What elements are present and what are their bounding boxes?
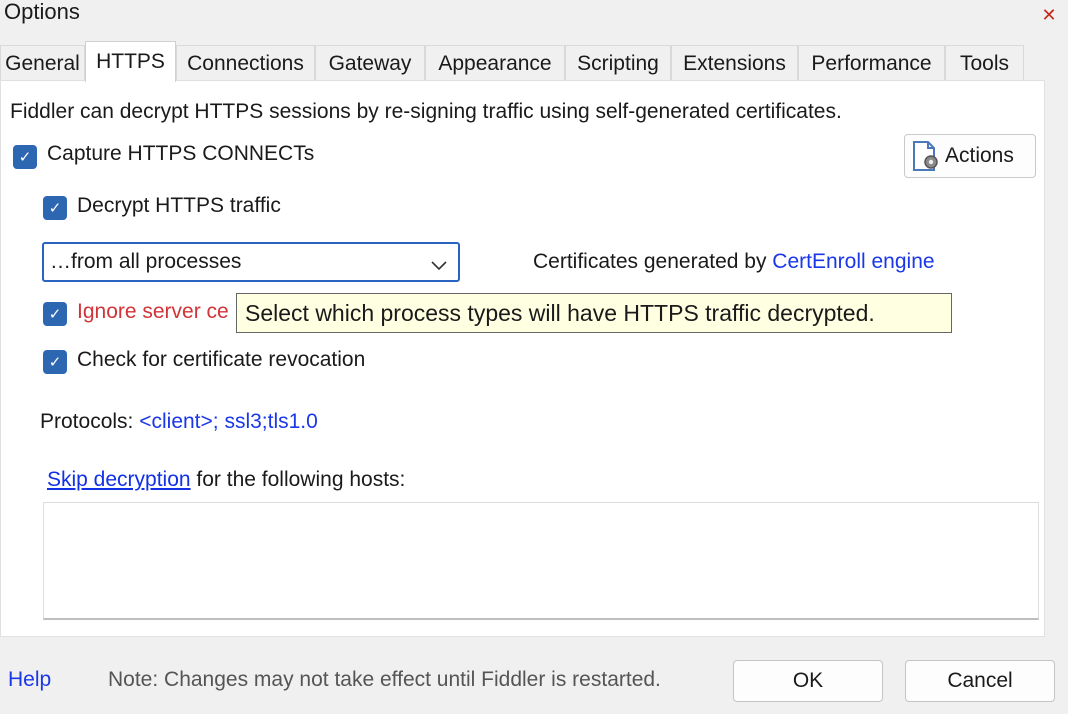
checkmark-icon: ✓ [48, 354, 62, 371]
decrypt-https-checkbox[interactable]: ✓ [43, 196, 67, 220]
tab-general[interactable]: General [0, 45, 85, 81]
restart-note: Note: Changes may not take effect until … [108, 668, 661, 691]
tab-scripting[interactable]: Scripting [565, 45, 671, 81]
tab-strip: General HTTPS Connections Gateway Appear… [0, 41, 1068, 82]
decrypt-https-label: Decrypt HTTPS traffic [77, 194, 281, 217]
checkmark-icon: ✓ [48, 200, 62, 217]
skip-hosts-textarea[interactable] [43, 502, 1039, 620]
capture-https-checkbox[interactable]: ✓ [13, 145, 37, 169]
skip-decryption-suffix: for the following hosts: [190, 468, 406, 491]
cert-revocation-checkbox[interactable]: ✓ [43, 350, 67, 374]
process-filter-value: …from all processes [50, 250, 242, 273]
cert-revocation-label: Check for certificate revocation [77, 348, 366, 371]
cancel-button[interactable]: Cancel [905, 660, 1055, 702]
certificates-info: Certificates generated by CertEnroll eng… [533, 250, 935, 274]
protocols-link[interactable]: <client>; ssl3;tls1.0 [139, 410, 318, 433]
protocols-label: Protocols: [40, 410, 140, 433]
help-link[interactable]: Help [8, 668, 51, 692]
process-filter-tooltip: Select which process types will have HTT… [236, 293, 952, 333]
tab-https[interactable]: HTTPS [85, 41, 176, 82]
tab-extensions[interactable]: Extensions [671, 45, 798, 81]
close-icon: ✕ [1041, 4, 1057, 25]
tab-performance[interactable]: Performance [798, 45, 945, 81]
ok-button[interactable]: OK [733, 660, 883, 702]
skip-decryption-row: Skip decryption for the following hosts: [47, 468, 405, 492]
intro-text: Fiddler can decrypt HTTPS sessions by re… [10, 100, 842, 123]
certificates-prefix: Certificates generated by [533, 250, 773, 273]
capture-https-label: Capture HTTPS CONNECTs [47, 142, 315, 165]
chevron-down-icon [430, 254, 448, 278]
checkmark-icon: ✓ [18, 149, 32, 166]
window-title: Options [4, 0, 80, 24]
actions-button[interactable]: Actions [904, 134, 1036, 178]
tab-appearance[interactable]: Appearance [425, 45, 565, 81]
close-button[interactable]: ✕ [1030, 0, 1068, 30]
ignore-cert-errors-checkbox[interactable]: ✓ [43, 302, 67, 326]
actions-label: Actions [945, 144, 1014, 167]
skip-decryption-link[interactable]: Skip decryption [47, 468, 191, 491]
process-filter-dropdown[interactable]: …from all processes [42, 242, 460, 282]
tab-tools[interactable]: Tools [945, 45, 1024, 81]
certenroll-engine-link[interactable]: CertEnroll engine [772, 250, 934, 273]
checkmark-icon: ✓ [48, 306, 62, 323]
certificate-gear-icon [911, 140, 941, 172]
protocols-row: Protocols: <client>; ssl3;tls1.0 [40, 410, 318, 434]
tab-connections[interactable]: Connections [176, 45, 315, 81]
ignore-cert-errors-label: Ignore server ce [77, 300, 229, 323]
tab-gateway[interactable]: Gateway [315, 45, 425, 81]
